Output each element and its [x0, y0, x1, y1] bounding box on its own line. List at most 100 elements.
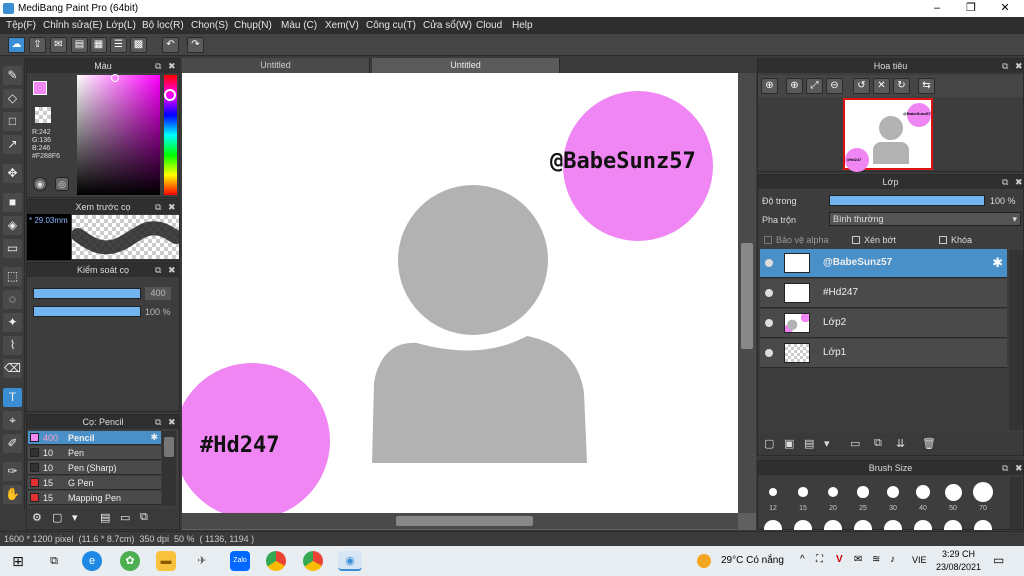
hue-cursor[interactable] — [164, 89, 176, 101]
tab-untitled-1[interactable]: Untitled — [182, 58, 370, 73]
brush-menu-icon[interactable]: ▾ — [72, 511, 78, 524]
message-icon[interactable]: ▤ — [71, 37, 88, 53]
expand-icon[interactable]: ⧉ — [155, 415, 161, 429]
visibility-eye-icon[interactable] — [765, 349, 773, 357]
eyedropper-tool-icon[interactable]: ✑ — [3, 462, 22, 481]
brush-list-item[interactable]: 15 G Pen — [28, 476, 161, 490]
brush-copy-icon[interactable]: ⧉ — [140, 511, 148, 524]
brush-tool-icon[interactable]: ✎ — [3, 66, 22, 85]
menu-select[interactable]: Chọn(S) — [191, 20, 228, 31]
brush-size-preset[interactable] — [973, 482, 993, 502]
brush-size-scrollbar[interactable] — [1010, 477, 1022, 529]
share-icon[interactable]: ⇪ — [29, 37, 46, 53]
canvas-horizontal-scrollbar[interactable] — [182, 513, 738, 529]
clipping-checkbox[interactable] — [852, 236, 860, 244]
move-tool-icon[interactable]: ✥ — [3, 164, 22, 183]
new-layer-icon[interactable]: ▢ — [764, 437, 774, 450]
expand-icon[interactable]: ⧉ — [1002, 461, 1008, 475]
edge-icon[interactable]: e — [82, 551, 102, 571]
vertical-scroll-thumb[interactable] — [741, 243, 753, 349]
menu-tools[interactable]: Công cụ(T) — [366, 20, 416, 31]
app-green-icon[interactable]: ✿ — [120, 551, 140, 571]
new-layer-8bit-icon[interactable]: ▤ — [804, 437, 814, 450]
lock-checkbox[interactable] — [939, 236, 947, 244]
language-indicator[interactable]: VIE — [912, 555, 927, 565]
saturation-value-picker[interactable] — [77, 75, 160, 195]
bucket-tool-icon[interactable]: ◈ — [3, 216, 22, 235]
select-eraser-icon[interactable]: ⌫ — [3, 359, 22, 378]
volume-icon[interactable]: ♪ — [890, 554, 895, 565]
brush-settings-icon[interactable]: ▤ — [100, 511, 110, 524]
brush-list-scroll-thumb[interactable] — [164, 437, 174, 457]
menu-view[interactable]: Xem(V) — [325, 20, 359, 31]
text-tool-icon[interactable]: T — [3, 388, 22, 407]
rotate-right-icon[interactable]: ↻ — [893, 78, 910, 94]
merge-layer-icon[interactable]: ⇊ — [896, 437, 905, 450]
menu-color[interactable]: Màu (C) — [281, 20, 317, 31]
app-tool-icon[interactable]: ✈ — [192, 551, 212, 571]
redo-icon[interactable]: ↷ — [187, 37, 204, 53]
zoom-in-icon[interactable]: ⊕ — [761, 78, 778, 94]
eraser-tool-icon[interactable]: ◇ — [3, 89, 22, 108]
menu-help[interactable]: Help — [512, 20, 533, 31]
reset-icon[interactable]: ✕ — [873, 78, 890, 94]
close-icon[interactable]: ✖ — [1015, 59, 1023, 73]
grid-icon[interactable]: ▩ — [130, 37, 147, 53]
notification-icon[interactable]: ▭ — [993, 553, 1004, 567]
brush-size-preset[interactable] — [798, 487, 808, 497]
close-icon[interactable]: ✖ — [1015, 175, 1023, 189]
menu-window[interactable]: Cửa sổ(W) — [423, 20, 472, 31]
zoom-in-2-icon[interactable]: ⊕ — [786, 78, 803, 94]
operation-tool-icon[interactable]: ⌖ — [3, 411, 22, 430]
list-icon[interactable]: ☰ — [110, 37, 127, 53]
expand-icon[interactable]: ⧉ — [155, 59, 161, 73]
menu-layer[interactable]: Lớp(L) — [106, 20, 136, 31]
brush-list-item[interactable]: 10 Pen — [28, 446, 161, 460]
clock-time[interactable]: 3:29 CH — [942, 549, 975, 559]
tray-app-icon[interactable]: ⛶ — [816, 554, 823, 565]
menu-cloud[interactable]: Cloud — [476, 20, 502, 31]
tab-untitled-2[interactable]: Untitled — [372, 58, 560, 73]
close-button[interactable]: ✕ — [988, 0, 1022, 17]
blend-mode-select[interactable]: Bình thường ▾ — [829, 212, 1021, 226]
brush-folder-icon[interactable]: ▭ — [120, 511, 130, 524]
layer-row[interactable]: @BabeSunz57 ✱ — [760, 249, 1007, 278]
close-icon[interactable]: ✖ — [168, 59, 176, 73]
brush-opacity-slider[interactable] — [33, 306, 141, 317]
file-explorer-icon[interactable]: ▬ — [156, 551, 176, 571]
maximize-button[interactable]: ❐ — [954, 0, 988, 17]
layer-row[interactable]: Lớp1 — [760, 339, 1007, 368]
layer-opacity-slider[interactable] — [829, 195, 985, 206]
expand-icon[interactable]: ⧉ — [1002, 175, 1008, 189]
close-icon[interactable]: ✖ — [168, 200, 176, 214]
transparent-swatch[interactable] — [35, 107, 51, 123]
layer-settings-gear-icon[interactable]: ✱ — [992, 255, 1003, 271]
menu-file[interactable]: Tệp(F) — [6, 20, 36, 31]
document-icon[interactable]: ▦ — [90, 37, 107, 53]
canvas-vertical-scrollbar[interactable] — [738, 73, 756, 513]
start-icon[interactable]: ⊞ — [8, 551, 28, 571]
visibility-eye-icon[interactable] — [765, 319, 773, 327]
rotate-left-icon[interactable]: ↺ — [853, 78, 870, 94]
new-layer-halftone-icon[interactable]: ▣ — [784, 437, 794, 450]
lasso-tool-icon[interactable]: ◌ — [3, 290, 22, 309]
close-icon[interactable]: ✖ — [168, 263, 176, 277]
brush-list-scrollbar[interactable] — [162, 431, 176, 506]
layer-folder-icon[interactable]: ▭ — [850, 437, 860, 450]
navigator-thumbnail[interactable]: @BabeSunz57 #Hd247 — [843, 98, 933, 172]
color-wheel-icon[interactable]: ◉ — [33, 177, 47, 191]
fit-icon[interactable]: ⤢ — [806, 78, 823, 94]
layer-row[interactable]: Lớp2 — [760, 309, 1007, 338]
weather-text[interactable]: 29°C Có nắng — [721, 555, 784, 566]
brush-size-preset[interactable] — [857, 486, 869, 498]
tray-message-icon[interactable]: ✉ — [854, 554, 862, 565]
expand-icon[interactable]: ⧉ — [155, 263, 161, 277]
duplicate-layer-icon[interactable]: ⧉ — [874, 437, 882, 450]
medibang-taskbar-icon[interactable]: ◉ — [338, 551, 362, 571]
expand-icon[interactable]: ⧉ — [1002, 59, 1008, 73]
brush-list-item[interactable]: 10 Pen (Sharp) — [28, 461, 161, 475]
select-pen-icon[interactable]: ⌇ — [3, 336, 22, 355]
tray-chevron-icon[interactable]: ^ — [800, 554, 805, 565]
chrome-profile-icon[interactable] — [303, 551, 323, 571]
brush-list-item[interactable]: 15 Mapping Pen — [28, 491, 161, 505]
